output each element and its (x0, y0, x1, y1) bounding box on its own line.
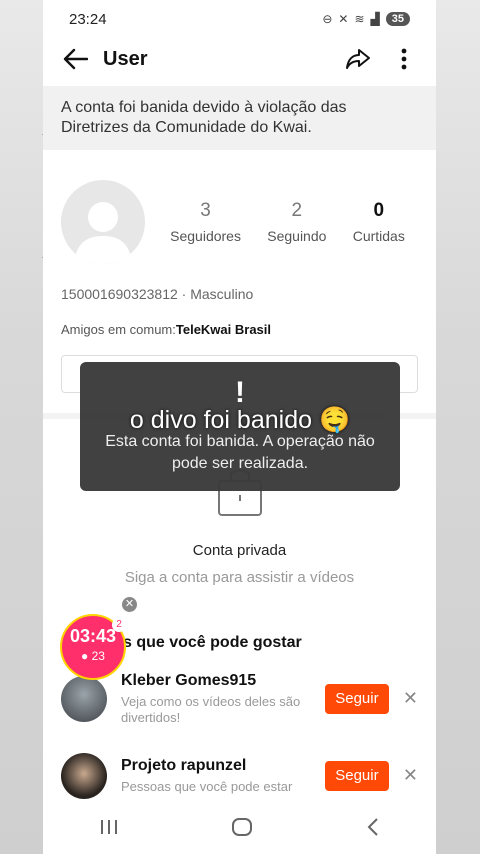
private-subtitle: Siga a conta para assistir a vídeos (124, 569, 355, 586)
share-icon[interactable] (342, 43, 374, 75)
private-title: Conta privada (192, 542, 287, 559)
avatar[interactable] (61, 752, 107, 799)
avatar[interactable] (61, 675, 107, 722)
battery-indicator: 35 (385, 12, 410, 26)
follow-button[interactable]: Seguir (324, 760, 389, 791)
list-item[interactable]: Projeto rapunzel Pessoas que você pode e… (43, 737, 436, 814)
mute-icon: ✕ (338, 12, 349, 26)
dnd-icon: ⊖ (322, 12, 333, 26)
mutual-friends[interactable]: Amigos em comum:TeleKwai Brasil (43, 302, 436, 337)
stat-value: 2 (291, 200, 303, 221)
close-icon[interactable]: ✕ (403, 688, 418, 709)
close-icon[interactable]: ✕ (403, 765, 418, 786)
user-name: Projeto rapunzel (121, 756, 247, 774)
list-item-info: Projeto rapunzel Pessoas que você pode e… (121, 757, 325, 795)
status-time: 23:24 (69, 10, 107, 28)
timer-coins: ● 23 (62, 649, 124, 663)
more-options-icon[interactable] (388, 43, 420, 75)
mutual-friends-prefix: Amigos em comum: (61, 322, 176, 337)
ban-notice-banner: A conta foi banida devido à violação das… (43, 86, 436, 150)
back-nav-icon[interactable] (366, 817, 380, 842)
follow-button[interactable]: Seguir (324, 683, 389, 714)
stat-followers[interactable]: 3 Seguidores (170, 200, 241, 244)
user-name: Kleber Gomes915 (121, 671, 257, 689)
wifi-icon: ≋ (354, 12, 365, 26)
back-arrow-icon[interactable] (59, 43, 91, 75)
background-blur-right (436, 0, 480, 854)
list-item-info: Kleber Gomes915 Veja como os vídeos dele… (121, 672, 325, 726)
background-blur-left (0, 0, 43, 854)
mutual-friend-name: TeleKwai Brasil (175, 322, 272, 337)
overlay-exclamation: ! (235, 376, 245, 409)
system-nav-bar (43, 804, 436, 854)
user-description: Pessoas que você pode estar (121, 778, 293, 794)
reward-timer-widget[interactable]: 03:43 ● 23 2 (60, 614, 126, 680)
toast-message: Esta conta foi banida. A operação não po… (105, 433, 375, 472)
notification-badge: 2 (112, 618, 126, 632)
stat-label: Curtidas (352, 228, 405, 244)
stat-value: 0 (373, 200, 385, 221)
user-id-gender: 150001690323812 · Masculino (61, 286, 254, 302)
overlay-caption: o divo foi banido 🤤 (129, 406, 351, 434)
stat-likes[interactable]: 0 Curtidas (353, 200, 405, 244)
app-bar: User (43, 38, 436, 80)
home-icon[interactable] (231, 817, 253, 842)
coin-icon: ● (81, 649, 89, 663)
error-toast: ! Esta conta foi banida. A operação não … (80, 362, 400, 491)
profile-header: 3 Seguidores 2 Seguindo 0 Curtidas (43, 150, 436, 264)
coin-count: 23 (91, 649, 105, 663)
user-description: Veja como os vídeos deles são divertidos… (121, 693, 301, 725)
page-title: User (103, 47, 148, 70)
status-bar: 23:24 ⊖ ✕ ≋ ▟ 35 (43, 0, 436, 38)
stat-following[interactable]: 2 Seguindo (267, 200, 326, 244)
stat-label: Seguidores (170, 228, 241, 244)
signal-icon: ▟ (370, 12, 380, 26)
avatar[interactable] (61, 180, 145, 264)
recent-apps-icon[interactable] (99, 818, 119, 841)
close-icon[interactable]: ✕ (122, 597, 137, 612)
profile-stats: 3 Seguidores 2 Seguindo 0 Curtidas (157, 200, 418, 244)
stat-value: 3 (200, 200, 211, 221)
status-icons: ⊖ ✕ ≋ ▟ 35 (322, 12, 410, 26)
stat-label: Seguindo (267, 228, 327, 244)
